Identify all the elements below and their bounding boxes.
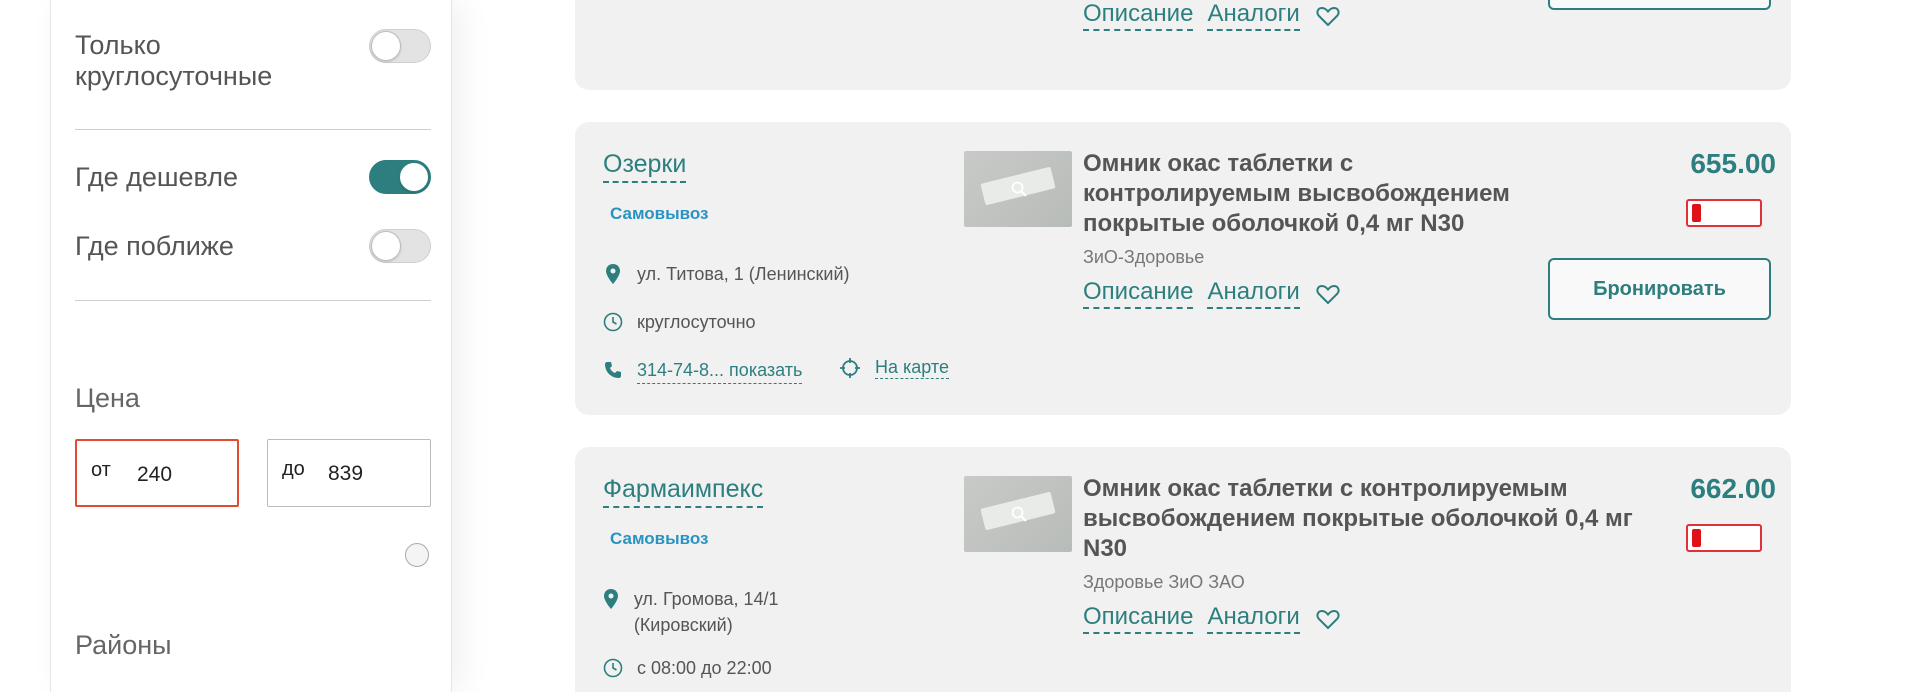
- favorite-heart-icon[interactable]: [1316, 5, 1340, 27]
- toggle-knob: [371, 231, 401, 261]
- location-pin-icon: [603, 263, 623, 285]
- hours-text: круглосуточно: [637, 312, 756, 332]
- product-thumbnail[interactable]: [964, 151, 1072, 227]
- price-range-handle[interactable]: [405, 543, 429, 567]
- price-from-value: 240: [137, 463, 173, 486]
- phone-show-link[interactable]: 314-74-8... показать: [637, 357, 803, 384]
- favorite-heart-icon[interactable]: [1316, 608, 1340, 630]
- filter-cheapest-label: Где дешевле: [75, 161, 239, 192]
- hours-text: с 08:00 до 22:00: [637, 658, 772, 678]
- phone-icon: [603, 359, 623, 381]
- price-from-prefix: от: [91, 459, 111, 481]
- product-actions: Описание Аналоги: [1083, 0, 1340, 31]
- reserve-button[interactable]: Бронировать: [1548, 258, 1771, 320]
- toggle-knob: [371, 31, 401, 61]
- stock-indicator: [1686, 199, 1762, 227]
- price: 662.00: [1690, 473, 1776, 504]
- analogs-link[interactable]: Аналоги: [1207, 0, 1300, 31]
- price-from-input[interactable]: от 240: [75, 439, 239, 507]
- stock-fill: [1692, 529, 1701, 547]
- result-card-partial: Описание Аналоги: [575, 0, 1791, 90]
- filter-cheapest[interactable]: Где дешевле: [75, 160, 431, 194]
- divider: [75, 129, 431, 130]
- districts-title: Районы: [75, 630, 172, 660]
- pickup-badge: Самовывоз: [610, 529, 709, 548]
- zoom-icon: [1011, 506, 1027, 522]
- filter-nearest-label: Где поближе: [75, 230, 234, 261]
- address-text: ул. Титова, 1 (Ленинский): [637, 264, 850, 284]
- product-title[interactable]: Омник окас таблетки с контролируемым выс…: [1083, 474, 1643, 564]
- toggle-knob: [399, 162, 429, 192]
- filter-only-24h[interactable]: Только круглосуточные: [75, 29, 431, 92]
- description-link[interactable]: Описание: [1083, 0, 1194, 31]
- map-link-label: На карте: [875, 357, 949, 379]
- pickup-badge: Самовывоз: [610, 204, 709, 223]
- stock-fill: [1692, 204, 1701, 222]
- address-text: ул. Громова, 14/1 (Кировский): [633, 589, 779, 635]
- product-title[interactable]: Омник окас таблетки с контролируемым выс…: [1083, 149, 1543, 239]
- clock-icon: [603, 657, 623, 679]
- filter-only-24h-label: Только круглосуточные: [75, 30, 273, 91]
- phone-line: 314-74-8... показать: [603, 357, 803, 384]
- favorite-heart-icon[interactable]: [1316, 283, 1340, 305]
- analogs-link[interactable]: Аналоги: [1207, 603, 1300, 634]
- price-to-value: 839: [328, 462, 364, 485]
- product-actions: Описание Аналоги: [1083, 278, 1340, 309]
- pharmacy-name[interactable]: Фармаимпекс: [603, 475, 764, 508]
- address-line: ул. Громова, 14/1 (Кировский): [603, 586, 843, 638]
- description-link[interactable]: Описание: [1083, 603, 1194, 634]
- price-to-input[interactable]: до 839: [267, 439, 431, 507]
- filter-sidebar: Только круглосуточные Где дешевле Где по…: [50, 0, 452, 692]
- price: 655.00: [1690, 148, 1776, 179]
- filter-nearest[interactable]: Где поближе: [75, 229, 431, 263]
- pharmacy-name[interactable]: Озерки: [603, 150, 687, 183]
- divider: [75, 300, 431, 301]
- clock-icon: [603, 311, 623, 333]
- toggle-only-24h[interactable]: [369, 29, 431, 63]
- reserve-button-partial[interactable]: [1548, 0, 1771, 10]
- hours-line: с 08:00 до 22:00: [603, 655, 772, 681]
- hours-line: круглосуточно: [603, 309, 756, 335]
- stock-indicator: [1686, 524, 1762, 552]
- product-thumbnail[interactable]: [964, 476, 1072, 552]
- toggle-cheapest[interactable]: [369, 160, 431, 194]
- manufacturer: ЗиО-Здоровье: [1083, 247, 1205, 267]
- address-line: ул. Титова, 1 (Ленинский): [603, 261, 850, 287]
- product-actions: Описание Аналоги: [1083, 603, 1340, 634]
- map-link[interactable]: На карте: [839, 357, 949, 379]
- description-link[interactable]: Описание: [1083, 278, 1194, 309]
- manufacturer: Здоровье ЗиО ЗАО: [1083, 572, 1245, 592]
- zoom-icon: [1011, 181, 1027, 197]
- analogs-link[interactable]: Аналоги: [1207, 278, 1300, 309]
- crosshair-icon: [840, 358, 860, 378]
- price-title: Цена: [75, 383, 140, 413]
- toggle-nearest[interactable]: [369, 229, 431, 263]
- price-to-prefix: до: [282, 458, 305, 480]
- result-card: Озерки Самовывоз ул. Титова, 1 (Ленински…: [575, 122, 1791, 415]
- result-card: Фармаимпекс Самовывоз ул. Громова, 14/1 …: [575, 447, 1791, 692]
- location-pin-icon: [603, 588, 620, 610]
